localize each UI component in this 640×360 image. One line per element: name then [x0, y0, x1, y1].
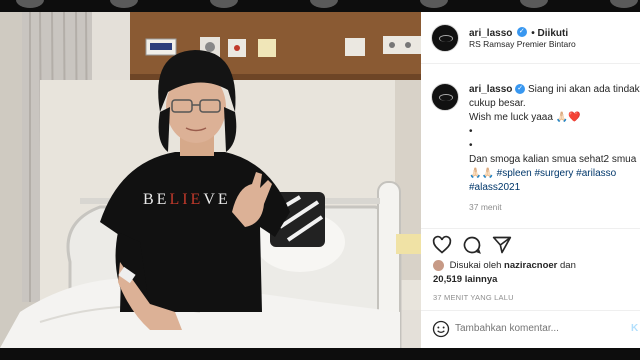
post-timestamp: 37 MENIT YANG LALU — [433, 293, 514, 302]
caption-time: 37 menit — [469, 202, 502, 212]
caption-hashtags[interactable]: #alass2021 — [469, 181, 640, 195]
liked-by: Disukai oleh naziracnoer dan — [433, 260, 576, 271]
verified-badge-icon: ✓ — [515, 84, 526, 95]
post-header: ari_lasso ✓ • Diikuti RS Ramsay Premier … — [421, 12, 640, 64]
bottom-bar — [0, 348, 640, 360]
story-thumb[interactable] — [210, 0, 238, 8]
comment-input[interactable] — [455, 323, 625, 334]
caption-line: • — [469, 140, 473, 151]
post-side-panel: ari_lasso ✓ • Diikuti RS Ramsay Premier … — [421, 12, 640, 348]
caption-line: cukup besar. — [469, 98, 526, 109]
share-icon[interactable] — [492, 235, 512, 255]
story-thumb[interactable] — [16, 0, 44, 8]
caption-username[interactable]: ari_lasso — [469, 84, 512, 95]
story-thumb[interactable] — [520, 0, 548, 8]
story-thumb[interactable] — [420, 0, 448, 8]
shirt-text: BELIEVE — [143, 191, 231, 209]
caption-line: Dan smoga kalian smua sehat2 smua — [469, 154, 637, 165]
caption-hashtags[interactable]: 🙏🏻🙏🏻 #spleen #surgery #arilasso — [469, 167, 640, 181]
follow-status[interactable]: • Diikuti — [531, 28, 568, 39]
liker-avatar[interactable] — [433, 260, 444, 271]
caption-line: • — [469, 126, 473, 137]
comment-box: K — [421, 310, 640, 348]
post-location[interactable]: RS Ramsay Premier Bintaro — [469, 39, 576, 49]
post-actions — [421, 228, 640, 279]
shirt-text-be: BE — [143, 191, 170, 208]
liked-by-prefix: Disukai oleh — [449, 260, 502, 272]
shirt-text-lie: LIE — [169, 191, 204, 208]
post-photo[interactable]: BELIEVE — [0, 12, 421, 348]
heart-icon[interactable] — [432, 235, 452, 255]
emoji-icon[interactable] — [432, 320, 450, 338]
caption-avatar[interactable] — [431, 83, 459, 111]
post-comment-button[interactable]: K — [631, 323, 638, 334]
liked-by-user[interactable]: naziracnoer — [504, 260, 557, 271]
hospital-scene-illustration — [0, 12, 421, 348]
post-caption: ari_lasso ✓ Siang ini akan ada tindakan … — [469, 83, 640, 195]
verified-badge-icon: ✓ — [516, 26, 527, 37]
caption-line: Siang ini akan ada tindakan — [527, 84, 640, 95]
top-story-strip — [0, 0, 640, 12]
story-thumb[interactable] — [610, 0, 638, 8]
likes-count[interactable]: 20,519 lainnya — [433, 274, 497, 285]
shirt-text-ve: VE — [203, 191, 231, 208]
author-avatar[interactable] — [431, 24, 459, 52]
author-username[interactable]: ari_lasso — [469, 28, 512, 39]
story-thumb[interactable] — [310, 0, 338, 8]
caption-line: Wish me luck yaaa 🙏🏻❤️ — [469, 112, 581, 123]
liked-by-and: dan — [560, 260, 576, 272]
story-thumb[interactable] — [110, 0, 138, 8]
comment-icon[interactable] — [462, 235, 482, 255]
